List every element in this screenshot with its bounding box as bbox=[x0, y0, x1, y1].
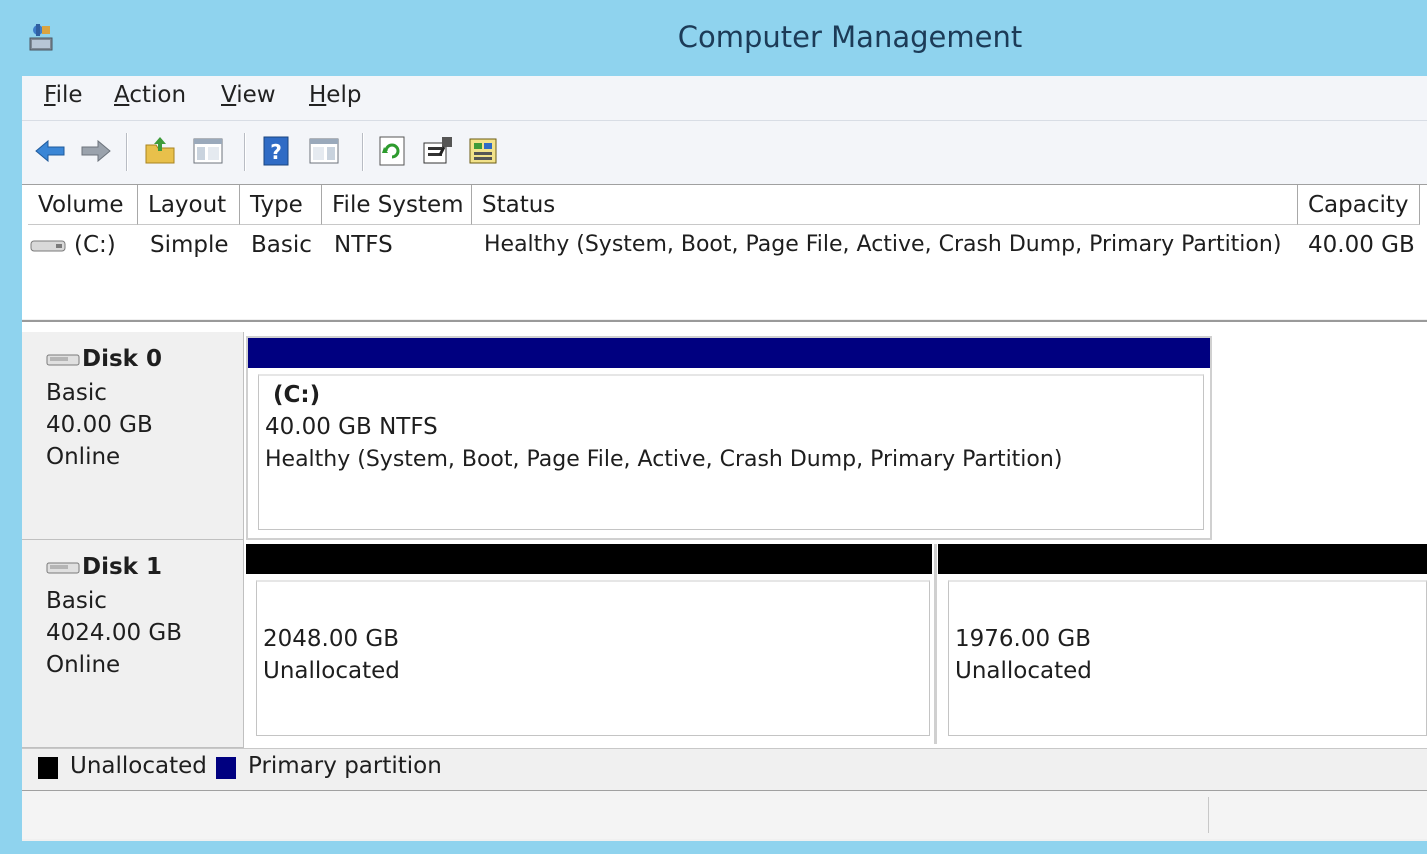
column-header-layout[interactable]: Layout bbox=[138, 185, 240, 225]
toolbar: ? bbox=[22, 120, 1427, 185]
partition-divider bbox=[934, 544, 937, 744]
disk-1-name: Disk 1 bbox=[46, 554, 162, 580]
menu-file[interactable]: File bbox=[44, 82, 83, 108]
legend-unallocated: Unallocated bbox=[70, 753, 207, 779]
unallocated-2-bar bbox=[938, 544, 1427, 574]
menu-view-accel: V bbox=[221, 82, 237, 108]
menu-bar: File Action View Help bbox=[22, 76, 1427, 120]
computer-management-app-icon bbox=[29, 24, 53, 51]
menu-view-rest: iew bbox=[236, 82, 276, 108]
legend-bar: Unallocated Primary partition bbox=[22, 748, 1427, 787]
unallocated-1-size: 2048.00 GB bbox=[263, 626, 400, 652]
disk-0-label[interactable]: Disk 0 Basic 40.00 GB Online bbox=[22, 332, 244, 540]
menu-file-accel: F bbox=[44, 82, 56, 108]
partition-c-body[interactable]: (C:) 40.00 GB NTFS Healthy (System, Boot… bbox=[258, 374, 1204, 530]
disk-1-label[interactable]: Disk 1 Basic 4024.00 GB Online bbox=[22, 540, 244, 748]
disk-0-size: 40.00 GB bbox=[46, 412, 153, 438]
unallocated-2-size: 1976.00 GB bbox=[955, 626, 1092, 652]
volume-drive-icon bbox=[30, 240, 66, 252]
back-arrow-icon[interactable] bbox=[32, 133, 68, 169]
toolbar-separator bbox=[362, 133, 364, 171]
disk-1-unallocated-2[interactable]: 1976.00 GB Unallocated bbox=[938, 544, 1427, 744]
partition-c-label: (C:) bbox=[273, 382, 321, 408]
svg-text:?: ? bbox=[270, 140, 282, 164]
status-bar-divider bbox=[1208, 797, 1209, 833]
volume-cell-capacity: 40.00 GB bbox=[1308, 232, 1415, 258]
menu-action-accel: A bbox=[114, 82, 130, 108]
column-header-type[interactable]: Type bbox=[240, 185, 322, 225]
disk-1-name-text: Disk 1 bbox=[82, 554, 162, 580]
unallocated-1-status: Unallocated bbox=[263, 658, 400, 684]
show-hide-console-tree-icon[interactable] bbox=[190, 133, 226, 169]
window-title: Computer Management bbox=[677, 20, 1023, 54]
computer-management-window: Computer Management File Action View Hel… bbox=[0, 0, 1427, 854]
forward-arrow-icon[interactable] bbox=[78, 133, 114, 169]
menu-file-rest: ile bbox=[55, 82, 83, 108]
menu-view[interactable]: View bbox=[221, 82, 276, 108]
disk-0-name: Disk 0 bbox=[46, 346, 162, 372]
unallocated-2-body[interactable]: 1976.00 GB Unallocated bbox=[948, 580, 1427, 736]
partition-c-status: Healthy (System, Boot, Page File, Active… bbox=[265, 447, 1063, 472]
legend-swatch-primary bbox=[216, 757, 236, 779]
volume-cell-type: Basic bbox=[251, 232, 312, 258]
volume-cell-status: Healthy (System, Boot, Page File, Active… bbox=[484, 232, 1282, 257]
unallocated-1-body[interactable]: 2048.00 GB Unallocated bbox=[256, 580, 930, 736]
column-header-status[interactable]: Status bbox=[472, 185, 1298, 225]
partition-c-size-fs: 40.00 GB NTFS bbox=[265, 414, 438, 440]
disk-0-type: Basic bbox=[46, 380, 107, 406]
hard-disk-icon bbox=[46, 562, 80, 573]
disk-graph-pane: Disk 0 Basic 40.00 GB Online (C:) 40.00 … bbox=[22, 320, 1427, 787]
up-folder-icon[interactable] bbox=[142, 133, 178, 169]
status-bar bbox=[22, 790, 1427, 839]
refresh-icon[interactable] bbox=[374, 133, 410, 169]
disk-1-state: Online bbox=[46, 652, 121, 678]
client-area: File Action View Help ? Volume Layout Ty… bbox=[22, 76, 1427, 841]
legend-swatch-unallocated bbox=[38, 757, 58, 779]
partition-c-bar bbox=[248, 338, 1210, 368]
volume-cell-volume: (C:) bbox=[74, 232, 116, 258]
menu-help-rest: elp bbox=[326, 82, 362, 108]
unallocated-2-status: Unallocated bbox=[955, 658, 1092, 684]
unallocated-1-bar bbox=[246, 544, 932, 574]
toolbar-separator bbox=[126, 133, 128, 171]
disk-1-size: 4024.00 GB bbox=[46, 620, 183, 646]
volume-cell-layout: Simple bbox=[150, 232, 229, 258]
title-bar: Computer Management bbox=[0, 0, 1427, 76]
disk-1-type: Basic bbox=[46, 588, 107, 614]
column-header-capacity[interactable]: Capacity bbox=[1298, 185, 1420, 225]
column-header-file-system[interactable]: File System bbox=[322, 185, 472, 225]
disk-0-state: Online bbox=[46, 444, 121, 470]
hard-disk-icon bbox=[46, 354, 80, 365]
help-icon[interactable]: ? bbox=[258, 133, 294, 169]
disk-1-unallocated-1[interactable]: 2048.00 GB Unallocated bbox=[246, 544, 936, 744]
menu-action-rest: ction bbox=[129, 82, 187, 108]
column-header-volume[interactable]: Volume bbox=[28, 185, 138, 225]
volume-list-pane: Volume Layout Type File System Status Ca… bbox=[22, 184, 1427, 319]
menu-help[interactable]: Help bbox=[309, 82, 361, 108]
export-list-icon[interactable] bbox=[466, 133, 502, 169]
menu-action[interactable]: Action bbox=[114, 82, 186, 108]
legend-primary-partition: Primary partition bbox=[248, 753, 442, 779]
menu-help-accel: H bbox=[309, 82, 327, 108]
properties-icon[interactable] bbox=[420, 133, 456, 169]
toolbar-separator bbox=[244, 133, 246, 171]
disk-0-name-text: Disk 0 bbox=[82, 346, 162, 372]
volume-cell-file-system: NTFS bbox=[334, 232, 393, 258]
partition-c[interactable]: (C:) 40.00 GB NTFS Healthy (System, Boot… bbox=[246, 336, 1212, 540]
show-hide-action-pane-icon[interactable] bbox=[306, 133, 342, 169]
